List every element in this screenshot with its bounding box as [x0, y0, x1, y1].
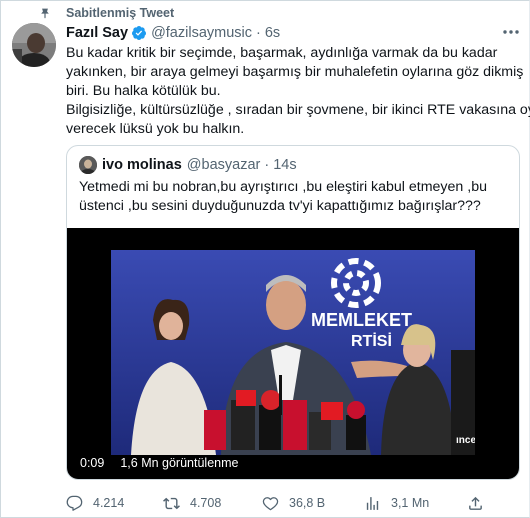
video-watermark: ınce	[456, 435, 475, 446]
like-count: 36,8 B	[289, 496, 326, 510]
more-options-icon[interactable]	[502, 27, 520, 37]
tweet-line: Bu kadar kritik bir seçimde, başarmak, a…	[66, 45, 498, 61]
author-name[interactable]: Fazıl Say	[66, 24, 128, 42]
reply-count: 4.214	[93, 496, 125, 510]
quoted-tweet[interactable]: ivo molinas @basyazar · 14s Yetmedi mi b…	[66, 145, 520, 480]
quoted-separator: ·	[264, 157, 270, 173]
quoted-author-name[interactable]: ivo molinas	[102, 157, 182, 173]
retweet-icon	[163, 497, 180, 509]
tweet-line: biri. Bu halka kötülük bu.	[66, 83, 221, 99]
pin-icon	[41, 8, 49, 19]
reply-button[interactable]: 4.214	[66, 493, 124, 513]
author-handle[interactable]: @fazilsaymusic	[151, 24, 252, 42]
author-avatar[interactable]	[12, 23, 56, 67]
verified-badge-icon	[132, 26, 147, 40]
header-separator: ·	[256, 25, 261, 41]
quoted-author-avatar[interactable]	[79, 156, 97, 174]
quoted-author-handle[interactable]: @basyazar	[187, 157, 261, 173]
action-bar: 4.214 4.708 36,8 B 3,1 Mn	[66, 493, 526, 513]
quoted-line: Yetmedi mi bu nobran,bu ayrıştırıcı ,bu …	[79, 179, 487, 195]
tweet-text: Bu kadar kritik bir seçimde, başarmak, a…	[66, 44, 530, 139]
quoted-tweet-header: ivo molinas @basyazar · 14s	[79, 156, 297, 174]
share-icon	[469, 496, 482, 510]
video-views: 1,6 Mn görüntülenme	[115, 455, 244, 471]
tweet-line: yakınken, bir araya gelmeyi başarmış bir…	[66, 64, 524, 80]
retweet-count: 4.708	[190, 496, 222, 510]
tweet-line: Bilgisizliğe, kültürsüzlüğe , sıradan bi…	[66, 102, 530, 118]
heart-icon	[262, 496, 279, 510]
quoted-tweet-text: Yetmedi mi bu nobran,bu ayrıştırıcı ,bu …	[79, 178, 509, 216]
views-count: 3,1 Mn	[391, 496, 430, 510]
share-button[interactable]	[467, 493, 494, 513]
tweet-header: Fazıl Say @fazilsaymusic · 6s	[66, 24, 280, 42]
quoted-line: üstenci ,bu sesini duyduğunuzda tv'yi ka…	[79, 198, 481, 214]
video-duration: 0:09	[75, 455, 110, 471]
pinned-label: Sabitlenmiş Tweet	[66, 6, 175, 20]
backdrop-text: RTİSİ	[351, 332, 392, 350]
views-button[interactable]: 3,1 Mn	[364, 493, 429, 513]
video-still: MEMLEKET RTİSİ ınce	[111, 250, 475, 455]
retweet-button[interactable]: 4.708	[163, 493, 221, 513]
tweet-time[interactable]: 6s	[265, 24, 280, 42]
like-button[interactable]: 36,8 B	[262, 493, 325, 513]
video-player[interactable]: MEMLEKET RTİSİ ınce 0:09 1,6 Mn görüntül…	[67, 228, 519, 479]
reply-icon	[66, 495, 83, 511]
backdrop-text: MEMLEKET	[311, 310, 412, 330]
tweet-line: verecek lüksü yok bu halkın.	[66, 121, 245, 137]
video-info: 0:09 1,6 Mn görüntülenme	[75, 454, 244, 472]
analytics-icon	[366, 496, 379, 510]
video-frame[interactable]: MEMLEKET RTİSİ ınce	[111, 250, 475, 455]
quoted-tweet-time[interactable]: 14s	[273, 157, 296, 173]
